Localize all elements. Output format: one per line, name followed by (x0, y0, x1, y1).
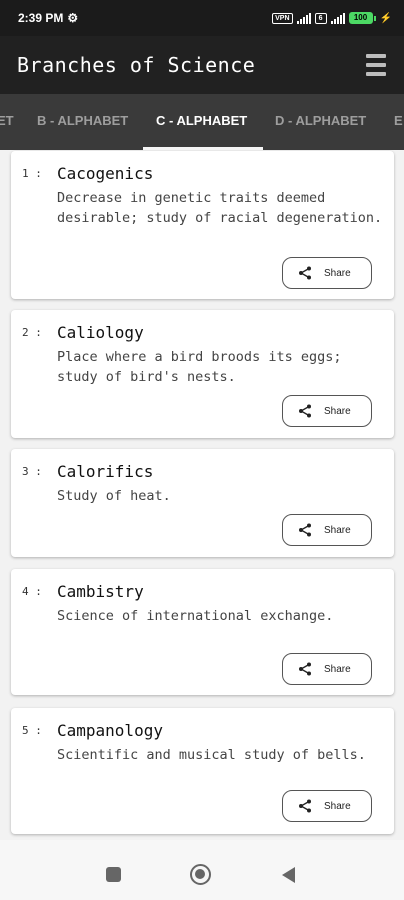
app-title: Branches of Science (17, 53, 256, 77)
entry-description: Place where a bird broods its eggs; stud… (57, 349, 342, 385)
share-icon (299, 799, 311, 813)
share-button[interactable]: Share (282, 257, 372, 289)
tab-d-alphabet[interactable]: D - ALPHABET (275, 94, 366, 150)
entry-description: Decrease in genetic traits deemed desira… (57, 190, 383, 226)
menu-icon[interactable] (366, 53, 386, 77)
charging-icon: ⚡ (379, 12, 392, 24)
share-icon (299, 266, 311, 280)
entry-number: 3 : (22, 465, 42, 478)
share-icon (299, 523, 311, 537)
wifi-icon: 6 (314, 12, 327, 24)
share-label: Share (324, 663, 351, 675)
share-label: Share (324, 524, 351, 536)
list-item: 2 : Caliology Place where a bird broods … (11, 310, 394, 438)
tab-c-alphabet[interactable]: C - ALPHABET (156, 94, 247, 150)
entry-title: Caliology (57, 323, 144, 342)
vpn-badge: VPN (272, 12, 293, 24)
entry-title: Campanology (57, 721, 163, 740)
share-label: Share (324, 405, 351, 417)
share-icon (299, 662, 311, 676)
list-item: 1 : Cacogenics Decrease in genetic trait… (11, 151, 394, 299)
entry-number: 5 : (22, 724, 42, 737)
entry-description: Scientific and musical study of bells. (57, 747, 366, 763)
signal-icon (296, 12, 311, 24)
entry-number: 4 : (22, 585, 42, 598)
back-button[interactable] (282, 867, 295, 883)
share-label: Share (324, 267, 351, 279)
tab-e-alphabet[interactable]: E (394, 94, 403, 150)
entry-description: Science of international exchange. (57, 608, 334, 624)
navigation-bar (0, 840, 404, 900)
list-item: 4 : Cambistry Science of international e… (11, 569, 394, 695)
status-left: 2:39 PM ⚙ (18, 11, 78, 25)
entry-number: 1 : (22, 167, 42, 180)
status-time: 2:39 PM (18, 11, 64, 25)
tab-bar: ET B - ALPHABET C - ALPHABET D - ALPHABE… (0, 94, 404, 150)
entry-title: Cacogenics (57, 164, 154, 183)
entry-title: Cambistry (57, 582, 144, 601)
share-label: Share (324, 800, 351, 812)
home-button[interactable] (190, 864, 211, 885)
entry-title: Calorifics (57, 462, 154, 481)
app-bar: Branches of Science (0, 36, 404, 94)
gear-icon: ⚙ (67, 11, 79, 25)
list-item: 5 : Campanology Scientific and musical s… (11, 708, 394, 834)
share-button[interactable]: Share (282, 395, 372, 427)
signal-icon-2 (330, 12, 345, 24)
entry-number: 2 : (22, 326, 42, 339)
status-right: VPN 6 100 ⚡ (272, 12, 392, 24)
share-button[interactable]: Share (282, 653, 372, 685)
battery-level: 100 (348, 12, 373, 24)
entry-description: Study of heat. (57, 488, 171, 504)
battery-icon: 100 (348, 12, 376, 24)
recents-button[interactable] (106, 867, 121, 882)
share-button[interactable]: Share (282, 790, 372, 822)
entries-list: 1 : Cacogenics Decrease in genetic trait… (0, 150, 404, 840)
share-icon (299, 404, 311, 418)
tab-b-alphabet[interactable]: B - ALPHABET (37, 94, 128, 150)
share-button[interactable]: Share (282, 514, 372, 546)
tab-a-alphabet[interactable]: ET (0, 94, 14, 150)
status-bar: 2:39 PM ⚙ VPN 6 100 ⚡ (0, 0, 404, 36)
list-item: 3 : Calorifics Study of heat. Share (11, 449, 394, 557)
